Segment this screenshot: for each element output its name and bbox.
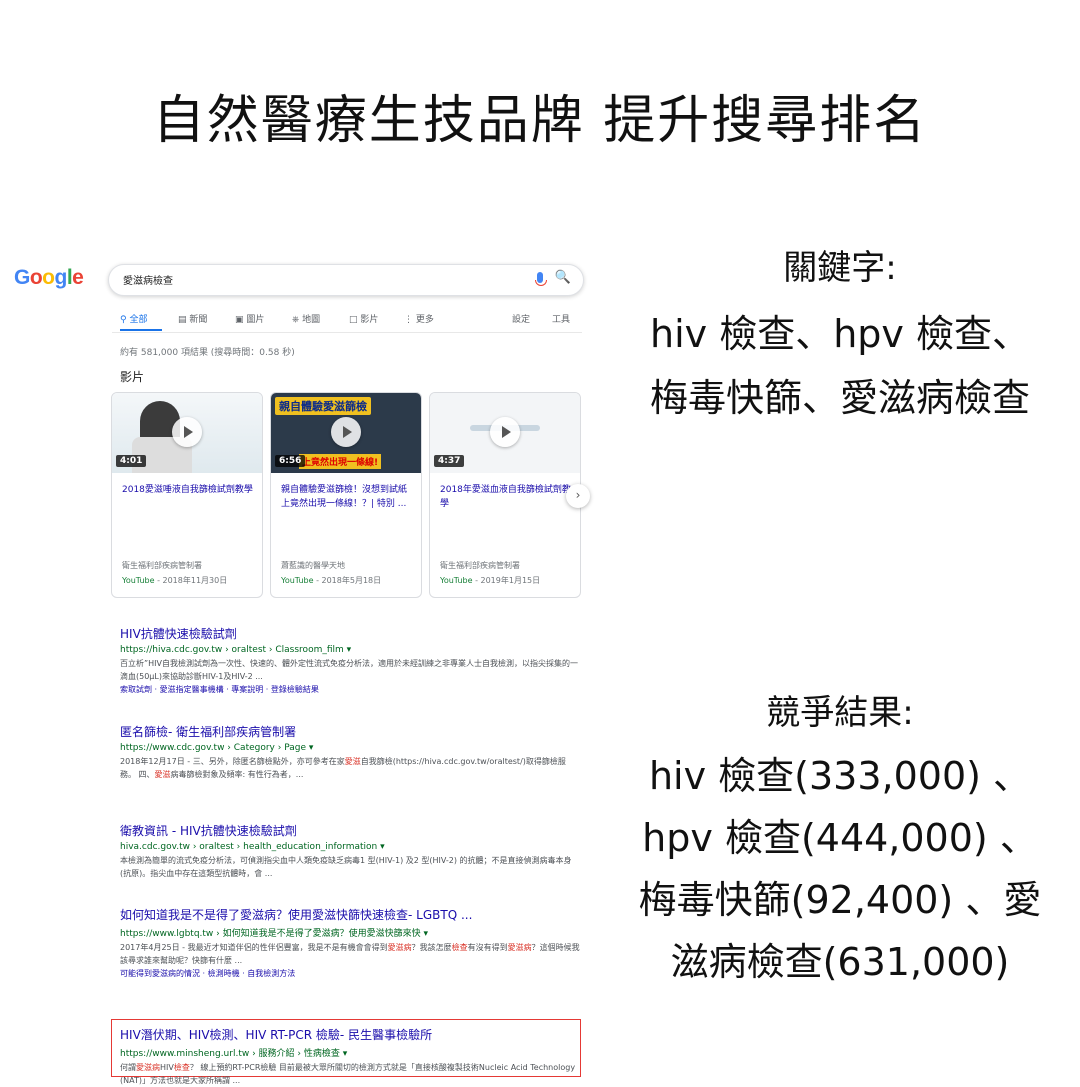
tab-videos[interactable]: □ 影片 bbox=[349, 312, 378, 325]
video-card[interactable]: 親自體驗愛滋篩檢 上竟然出現一條線! 6:56 親自體驗愛滋篩檢！沒想到試紙上竟… bbox=[270, 392, 422, 598]
competition-title: 競爭結果: bbox=[766, 693, 914, 733]
active-tab-underline bbox=[120, 329, 162, 331]
keywords-line: 梅毒快篩、愛滋病檢查 bbox=[649, 376, 1030, 420]
google-serp-screenshot: Google 愛滋病檢查 🔍 ⚲ 全部 ▤ 新聞 ▣ 圖片 ⎈ 地圖 □ 影片 … bbox=[0, 250, 600, 1085]
carousel-next-button[interactable]: › bbox=[566, 484, 590, 508]
video-title[interactable]: 親自體驗愛滋篩檢！沒想到試紙上竟然出現一條線！？| 特別 ... bbox=[281, 483, 413, 511]
result-url[interactable]: hiva.cdc.gov.tw › oraltest › health_educ… bbox=[120, 842, 580, 852]
video-card[interactable]: 4:37 2018年愛滋血液自我篩檢試劑教學 衛生福利部疾病管制署 YouTub… bbox=[429, 392, 581, 598]
result-sitelinks[interactable]: 索取試劑 · 愛滋指定醫事機構 · 專案說明 · 登錄檢驗結果 bbox=[120, 684, 580, 695]
thumbnail-banner: 親自體驗愛滋篩檢 bbox=[275, 397, 371, 415]
google-logo[interactable]: Google bbox=[14, 266, 84, 290]
search-result: 匿名篩檢- 衛生福利部疾病管制署 https://www.cdc.gov.tw … bbox=[120, 723, 580, 781]
video-date: YouTube - 2018年11月30日 bbox=[122, 576, 228, 585]
video-card[interactable]: 4:01 2018愛滋唾液自我篩檢試劑教學 衛生福利部疾病管制署 YouTube… bbox=[111, 392, 263, 598]
mic-icon[interactable] bbox=[535, 272, 547, 286]
result-stats: 約有 581,000 項結果 (搜尋時間：0.58 秒) bbox=[120, 348, 295, 358]
tabs-divider bbox=[112, 332, 582, 333]
competition-line: hpv 檢查(444,000) 、 bbox=[642, 816, 1038, 860]
result-snippet: 何謂愛滋病HIV檢查？ 線上預約RT-PCR檢驗 目前最被大眾所關切的檢測方式就… bbox=[120, 1063, 576, 1085]
result-title[interactable]: 匿名篩檢- 衛生福利部疾病管制署 bbox=[120, 723, 580, 740]
video-source: 衛生福利部疾病管制署 bbox=[440, 561, 520, 570]
video-source: 衛生福利部疾病管制署 bbox=[122, 561, 202, 570]
search-input[interactable]: 愛滋病檢查 🔍 bbox=[108, 264, 584, 296]
headline: 自然醫療生技品牌 提升搜尋排名 bbox=[152, 91, 928, 151]
tab-more[interactable]: ⋮ 更多 bbox=[404, 312, 434, 325]
tab-all[interactable]: ⚲ 全部 bbox=[120, 312, 147, 325]
search-tabs: ⚲ 全部 ▤ 新聞 ▣ 圖片 ⎈ 地圖 □ 影片 ⋮ 更多 設定 工具 bbox=[120, 312, 580, 330]
keywords-line: hiv 檢查、hpv 檢查、 bbox=[650, 312, 1030, 356]
video-date: YouTube - 2018年5月18日 bbox=[281, 576, 382, 585]
result-snippet: 本檢測為簡單的流式免疫分析法，可偵測指尖血中人類免疫缺乏病毒1 型(HIV-1)… bbox=[120, 856, 572, 878]
video-date: YouTube - 2019年1月15日 bbox=[440, 576, 541, 585]
tab-images[interactable]: ▣ 圖片 bbox=[235, 312, 264, 325]
result-snippet: 2017年4月25日 - 我最近才知道伴侶的性伴侶豐富，我是不是有機會會得到愛滋… bbox=[120, 943, 580, 965]
result-snippet: 百立析”HIV自我檢測試劑為一次性、快速的、體外定性流式免疫分析法，適用於未經訓… bbox=[120, 659, 578, 681]
competition-line: hiv 檢查(333,000) 、 bbox=[648, 754, 1032, 798]
keywords-title: 關鍵字: bbox=[783, 248, 897, 288]
competition-list: hiv 檢查(333,000) 、 hpv 檢查(444,000) 、 梅毒快篩… bbox=[600, 745, 1080, 993]
video-duration: 4:01 bbox=[116, 455, 147, 467]
result-title[interactable]: HIV潛伏期、HIV檢測、HIV RT-PCR 檢驗- 民生醫事檢驗所 bbox=[120, 1026, 580, 1043]
result-url[interactable]: https://www.lgbtq.tw › 如何知道我是不是得了愛滋病？使用愛… bbox=[120, 926, 580, 939]
video-carousel: 4:01 2018愛滋唾液自我篩檢試劑教學 衛生福利部疾病管制署 YouTube… bbox=[111, 392, 581, 598]
search-icon[interactable]: 🔍 bbox=[555, 270, 571, 285]
search-result: 如何知道我是不是得了愛滋病？使用愛滋快篩快速檢查- LGBTQ ... http… bbox=[120, 906, 580, 979]
result-snippet: 2018年12月17日 - 三、另外，除匿名篩檢點外，亦可參考在家愛滋自我篩檢(… bbox=[120, 757, 566, 779]
tab-settings[interactable]: 設定 bbox=[512, 312, 530, 325]
result-title[interactable]: 衛教資訊 - HIV抗體快速檢驗試劑 bbox=[120, 822, 580, 839]
play-icon[interactable] bbox=[490, 417, 520, 447]
video-source: 蕭藍識的醫學天地 bbox=[281, 561, 345, 570]
videos-heading: 影片 bbox=[120, 370, 145, 384]
thumbnail-banner-bottom: 上竟然出現一條線! bbox=[299, 454, 382, 469]
video-duration: 4:37 bbox=[434, 455, 465, 467]
search-query: 愛滋病檢查 bbox=[123, 276, 173, 287]
result-url[interactable]: https://hiva.cdc.gov.tw › oraltest › Cla… bbox=[120, 645, 580, 655]
play-icon[interactable] bbox=[172, 417, 202, 447]
tab-news[interactable]: ▤ 新聞 bbox=[178, 312, 207, 325]
search-result: 衛教資訊 - HIV抗體快速檢驗試劑 hiva.cdc.gov.tw › ora… bbox=[120, 822, 580, 880]
search-result: HIV潛伏期、HIV檢測、HIV RT-PCR 檢驗- 民生醫事檢驗所 http… bbox=[120, 1026, 580, 1087]
tab-tools[interactable]: 工具 bbox=[552, 312, 570, 325]
keywords-list: hiv 檢查、hpv 檢查、 梅毒快篩、愛滋病檢查 bbox=[600, 302, 1080, 430]
video-duration: 6:56 bbox=[275, 455, 306, 467]
result-url[interactable]: https://www.minsheng.url.tw › 服務介紹 › 性病檢… bbox=[120, 1046, 580, 1059]
competition-line: 滋病檢查(631,000) bbox=[670, 940, 1010, 984]
play-icon[interactable] bbox=[331, 417, 361, 447]
video-title[interactable]: 2018年愛滋血液自我篩檢試劑教學 bbox=[440, 483, 572, 511]
search-result: HIV抗體快速檢驗試劑 https://hiva.cdc.gov.tw › or… bbox=[120, 625, 580, 695]
result-sitelinks[interactable]: 可能得到愛滋病的情況 · 檢測時機 · 自我檢測方法 bbox=[120, 968, 580, 979]
result-title[interactable]: HIV抗體快速檢驗試劑 bbox=[120, 625, 580, 642]
competition-line: 梅毒快篩(92,400) 、愛 bbox=[638, 878, 1042, 922]
result-url[interactable]: https://www.cdc.gov.tw › Category › Page… bbox=[120, 743, 580, 753]
result-title[interactable]: 如何知道我是不是得了愛滋病？使用愛滋快篩快速檢查- LGBTQ ... bbox=[120, 906, 580, 923]
video-title[interactable]: 2018愛滋唾液自我篩檢試劑教學 bbox=[122, 483, 254, 497]
tab-maps[interactable]: ⎈ 地圖 bbox=[292, 312, 320, 325]
